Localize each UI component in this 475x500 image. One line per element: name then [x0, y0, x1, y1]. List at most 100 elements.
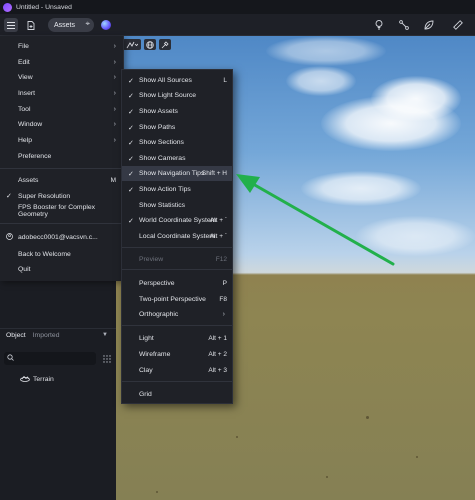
checkmark-icon: ✓ — [128, 155, 134, 163]
menu-item-file[interactable]: File › — [0, 39, 124, 53]
menu-item-preference[interactable]: Preference — [0, 149, 124, 163]
menu-item-label: Local Coordinate System — [139, 233, 215, 240]
shortcut-label: F8 — [219, 296, 227, 303]
menu-item-world-coordinate-system[interactable]: ✓ World Coordinate System Alt + ` — [122, 213, 232, 228]
orb-icon[interactable] — [101, 20, 111, 30]
tree-item-terrain[interactable]: Terrain — [20, 375, 54, 384]
menu-divider — [122, 381, 232, 382]
menu-item-insert[interactable]: Insert › — [0, 86, 124, 100]
menu-item-clay[interactable]: Clay Alt + 3 — [122, 363, 232, 378]
checkmark-icon: ✓ — [128, 186, 134, 194]
tab-object[interactable]: Object — [6, 332, 26, 339]
menu-item-show-all-sources[interactable]: ✓ Show All Sources L — [122, 73, 232, 88]
grid-view-icon[interactable] — [101, 353, 112, 364]
menu-item-help[interactable]: Help › — [0, 133, 124, 147]
window-title: Untitled - Unsaved — [16, 3, 72, 11]
menu-item-view[interactable]: View › — [0, 70, 124, 84]
chevron-right-icon: › — [222, 311, 225, 318]
user-icon — [6, 232, 13, 242]
menu-item-label: Show Cameras — [139, 155, 186, 162]
menu-item-show-paths[interactable]: ✓ Show Paths — [122, 120, 232, 135]
tree-item-label: Terrain — [33, 376, 54, 383]
lightbulb-icon[interactable] — [372, 18, 386, 32]
globe-icon[interactable] — [144, 39, 156, 50]
menu-item-assets[interactable]: Assets M — [0, 173, 124, 187]
menu-item-label: Quit — [18, 265, 31, 273]
menu-item-quit[interactable]: Quit — [0, 262, 124, 276]
menu-item-edit[interactable]: Edit › — [0, 55, 124, 69]
menu-icon[interactable] — [4, 18, 18, 32]
chevron-right-icon: › — [113, 58, 116, 66]
menu-item-label: Perspective — [139, 280, 175, 287]
chevron-right-icon: › — [113, 136, 116, 144]
menu-item-label: Show Assets — [139, 108, 178, 115]
menu-item-wireframe[interactable]: Wireframe Alt + 2 — [122, 347, 232, 362]
menu-divider — [0, 223, 124, 224]
checkmark-icon: ✓ — [128, 139, 134, 147]
new-file-icon[interactable] — [24, 18, 38, 32]
menu-item-show-assets[interactable]: ✓ Show Assets — [122, 104, 232, 119]
menu-item-show-light-source[interactable]: ✓ Show Light Source — [122, 88, 232, 103]
menu-item-grid[interactable]: Grid — [122, 387, 232, 402]
menu-item-label: File — [18, 42, 29, 50]
viewport-toolbar — [123, 39, 171, 50]
menu-item-label: Show Action Tips — [139, 186, 191, 193]
menu-item-two-point-perspective[interactable]: Two-point Perspective F8 — [122, 292, 232, 307]
menu-item-label: adobecc0001@vacsvn.c... — [18, 233, 98, 241]
search-input[interactable] — [14, 355, 94, 362]
menu-item-show-navigation-tips[interactable]: ✓ Show Navigation Tips Shift + H — [122, 166, 232, 181]
pen-tool-icon[interactable] — [397, 18, 411, 32]
menu-item-label: View — [18, 73, 33, 81]
shortcut-label: Shift + H — [201, 170, 227, 177]
leaf-icon[interactable] — [422, 18, 436, 32]
tab-imported[interactable]: Imported — [33, 332, 60, 339]
assets-label: Assets — [54, 21, 76, 29]
navigation-mode-button[interactable] — [123, 39, 141, 50]
menu-item-label: Tool — [18, 105, 31, 113]
menu-item-account[interactable]: adobecc0001@vacsvn.c... — [0, 230, 124, 244]
view-submenu: ✓ Show All Sources L ✓ Show Light Source ✓ S… — [121, 69, 233, 404]
main-toolbar: Assets ⌖ — [0, 14, 475, 36]
menu-divider — [122, 247, 232, 248]
chevron-right-icon: › — [113, 42, 116, 50]
shortcut-label: M — [110, 176, 116, 184]
title-bar: Untitled - Unsaved — [0, 0, 475, 14]
menu-item-super-resolution[interactable]: ✓ Super Resolution — [0, 189, 124, 203]
menu-item-orthographic[interactable]: Orthographic › — [122, 307, 232, 322]
ruler-icon[interactable] — [451, 18, 465, 32]
menu-item-label: World Coordinate System — [139, 217, 217, 224]
menu-item-label: Grid — [139, 391, 152, 398]
menu-item-preview: Preview F12 — [122, 252, 232, 267]
checkmark-icon: ✓ — [128, 170, 134, 178]
panel-tabs: Object Imported ▼ — [0, 328, 116, 342]
eyedropper-icon[interactable] — [159, 39, 171, 50]
menu-item-tool[interactable]: Tool › — [0, 102, 124, 116]
shortcut-label: Alt + 2 — [208, 351, 227, 358]
menu-item-back-to-welcome[interactable]: Back to Welcome — [0, 247, 124, 261]
menu-item-perspective[interactable]: Perspective P — [122, 276, 232, 291]
menu-item-window[interactable]: Window › — [0, 117, 124, 131]
shortcut-label: F12 — [215, 256, 227, 263]
menu-item-show-sections[interactable]: ✓ Show Sections — [122, 135, 232, 150]
terrain-icon — [20, 375, 30, 384]
pin-icon[interactable]: ⌖ — [85, 19, 90, 29]
shortcut-label: Alt + ` — [209, 233, 227, 240]
menu-item-local-coordinate-system[interactable]: Local Coordinate System Alt + ` — [122, 229, 232, 244]
menu-item-light[interactable]: Light Alt + 1 — [122, 331, 232, 346]
menu-item-fps-booster[interactable]: FPS Booster for Complex Geometry — [0, 204, 124, 218]
checkmark-icon: ✓ — [128, 217, 134, 225]
main-menu: File › Edit › View › Insert › Tool › Window › … — [0, 36, 124, 281]
menu-item-show-action-tips[interactable]: ✓ Show Action Tips — [122, 182, 232, 197]
menu-item-label: Show All Sources — [139, 77, 192, 84]
panel-dropdown-icon[interactable]: ▼ — [102, 332, 108, 338]
assets-button[interactable]: Assets ⌖ — [48, 18, 94, 32]
menu-divider — [122, 269, 232, 270]
menu-item-label: Window — [18, 120, 43, 128]
menu-item-show-cameras[interactable]: ✓ Show Cameras — [122, 151, 232, 166]
chevron-right-icon: › — [113, 89, 116, 97]
menu-item-label: Assets — [18, 176, 39, 184]
app-logo — [3, 2, 12, 12]
menu-item-show-statistics[interactable]: Show Statistics — [122, 198, 232, 213]
chevron-right-icon: › — [113, 73, 116, 81]
menu-item-label: Show Navigation Tips — [139, 170, 205, 177]
